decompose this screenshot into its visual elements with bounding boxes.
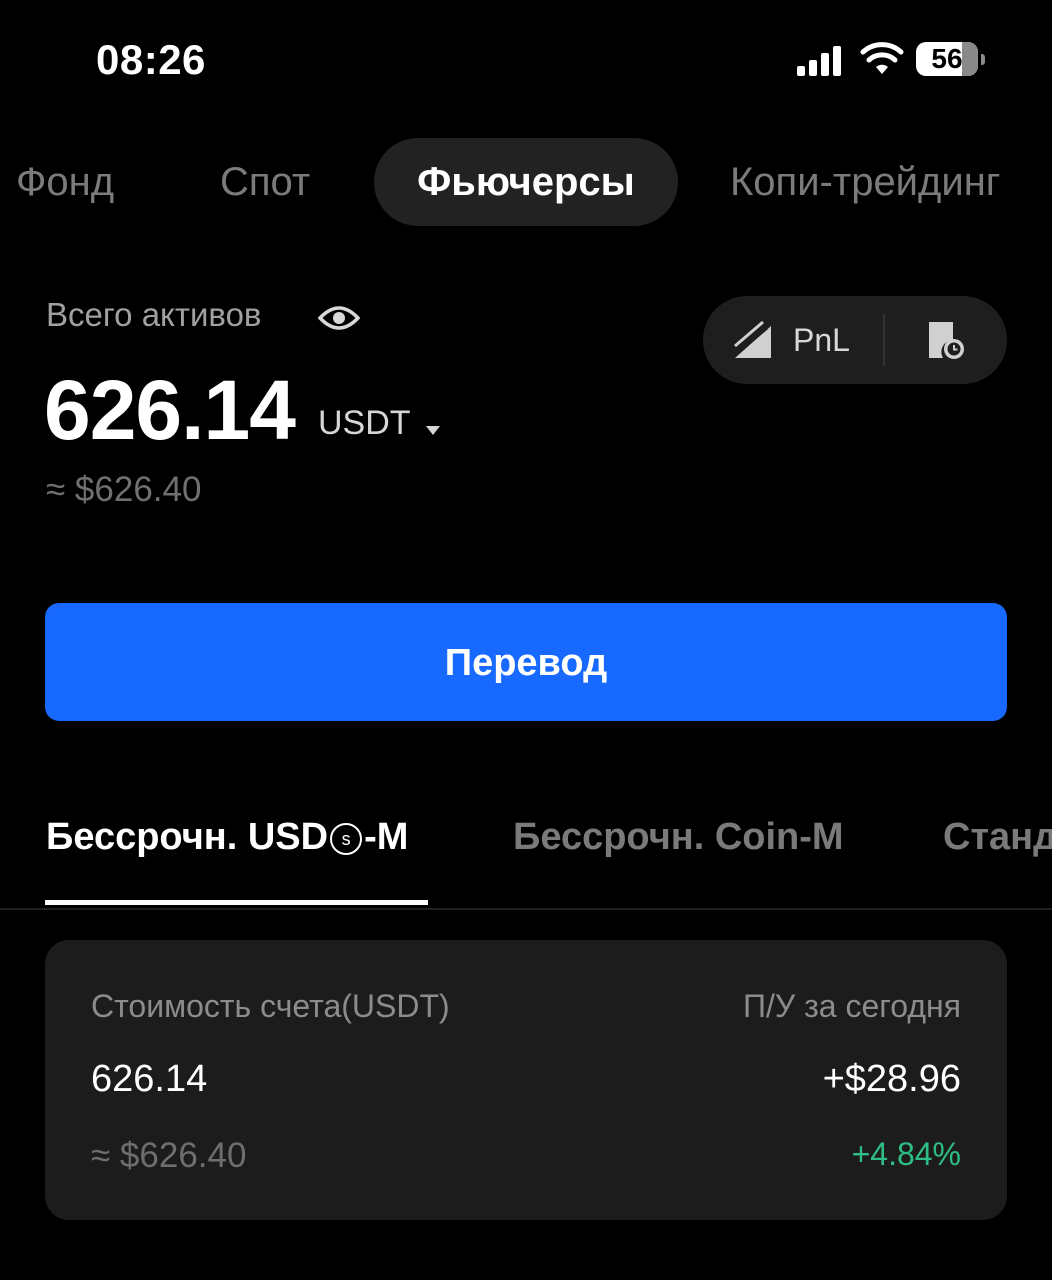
tab-label-suffix: -M <box>364 816 409 858</box>
account-value-usd: ≈ $626.40 <box>91 1136 247 1175</box>
pnl-today-percent: +4.84% <box>851 1136 961 1172</box>
account-value: 626.14 <box>91 1058 208 1100</box>
tab-coin-m-perpetual[interactable]: Бессрочн. Coin-M <box>513 816 844 859</box>
wifi-icon <box>860 42 904 74</box>
caret-down-icon <box>426 425 441 435</box>
account-summary-card[interactable]: Стоимость счета(USDT) П/У за сегодня 626… <box>45 940 1007 1220</box>
active-tab-indicator <box>45 900 428 905</box>
futures-type-tabs: Бессрочн. USD s -M Бессрочн. Coin-M Станд <box>0 800 1052 910</box>
pnl-today-label: П/У за сегодня <box>743 988 961 1024</box>
pnl-history-pill: PnL <box>703 296 1007 384</box>
stablecoin-circle-icon: s <box>330 823 363 855</box>
tab-label-prefix: Бессрочн. USD <box>46 816 329 858</box>
battery-icon: 56 <box>916 42 986 76</box>
pnl-today-value: +$28.96 <box>822 1058 961 1100</box>
wallet-tabs: Фонд Спот Фьючерсы Копи-трейдинг <box>0 138 1052 228</box>
currency-selector[interactable]: USDT <box>318 398 441 448</box>
tab-spot[interactable]: Спот <box>220 138 310 226</box>
history-button[interactable] <box>885 296 1007 384</box>
currency-label: USDT <box>318 404 411 442</box>
status-time: 08:26 <box>96 36 206 83</box>
status-bar: 08:26 56 <box>0 0 1052 120</box>
eye-icon[interactable] <box>318 302 360 334</box>
pnl-chart-icon <box>734 320 771 358</box>
approx-usd-value: ≈ $626.40 <box>46 470 202 509</box>
battery-level: 56 <box>931 43 963 74</box>
history-icon <box>929 322 964 359</box>
signal-icon <box>797 46 841 76</box>
tab-copy-trading[interactable]: Копи-трейдинг <box>730 138 1000 226</box>
tab-fund[interactable]: Фонд <box>16 138 114 226</box>
pnl-button[interactable]: PnL <box>703 296 883 384</box>
total-balance: 626.14 <box>44 363 296 457</box>
account-value-label: Стоимость счета(USDT) <box>91 988 450 1024</box>
pnl-label: PnL <box>793 322 850 358</box>
tab-usds-m-perpetual[interactable]: Бессрочн. USD s -M <box>46 816 408 859</box>
tab-futures[interactable]: Фьючерсы <box>374 138 678 226</box>
tab-standard[interactable]: Станд <box>943 816 1052 859</box>
transfer-button[interactable]: Перевод <box>45 603 1007 721</box>
total-assets-label: Всего активов <box>46 296 262 333</box>
